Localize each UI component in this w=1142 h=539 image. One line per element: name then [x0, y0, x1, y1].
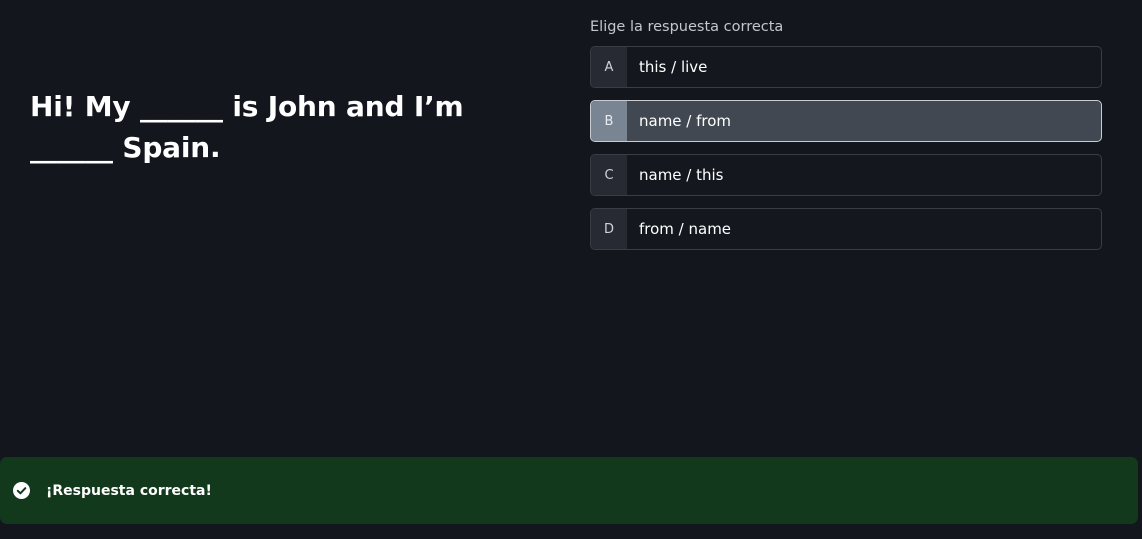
option-letter: B	[591, 101, 627, 141]
result-toast: ¡Respuesta correcta!	[0, 457, 1138, 524]
option-label: this / live	[639, 58, 708, 76]
toast-message: ¡Respuesta correcta!	[46, 482, 212, 499]
option-c[interactable]: C name / this	[590, 154, 1102, 196]
option-letter: C	[591, 155, 627, 195]
question-text: Hi! My ______ is John and I’m ______ Spa…	[30, 86, 500, 168]
option-letter: D	[591, 209, 627, 249]
question-line-2: ______ Spain.	[30, 131, 221, 164]
quiz-page: Hi! My ______ is John and I’m ______ Spa…	[0, 0, 1142, 539]
answer-prompt: Elige la respuesta correcta	[590, 19, 784, 35]
option-letter: A	[591, 47, 627, 87]
answer-options: A this / live B name / from C name / thi…	[590, 46, 1102, 262]
question-line-1: Hi! My ______ is John and I’m	[30, 90, 464, 123]
option-d[interactable]: D from / name	[590, 208, 1102, 250]
check-circle-icon	[13, 482, 30, 499]
option-b[interactable]: B name / from	[590, 100, 1102, 142]
option-label: from / name	[639, 220, 732, 238]
option-label: name / from	[639, 112, 732, 130]
option-a[interactable]: A this / live	[590, 46, 1102, 88]
option-label: name / this	[639, 166, 724, 184]
